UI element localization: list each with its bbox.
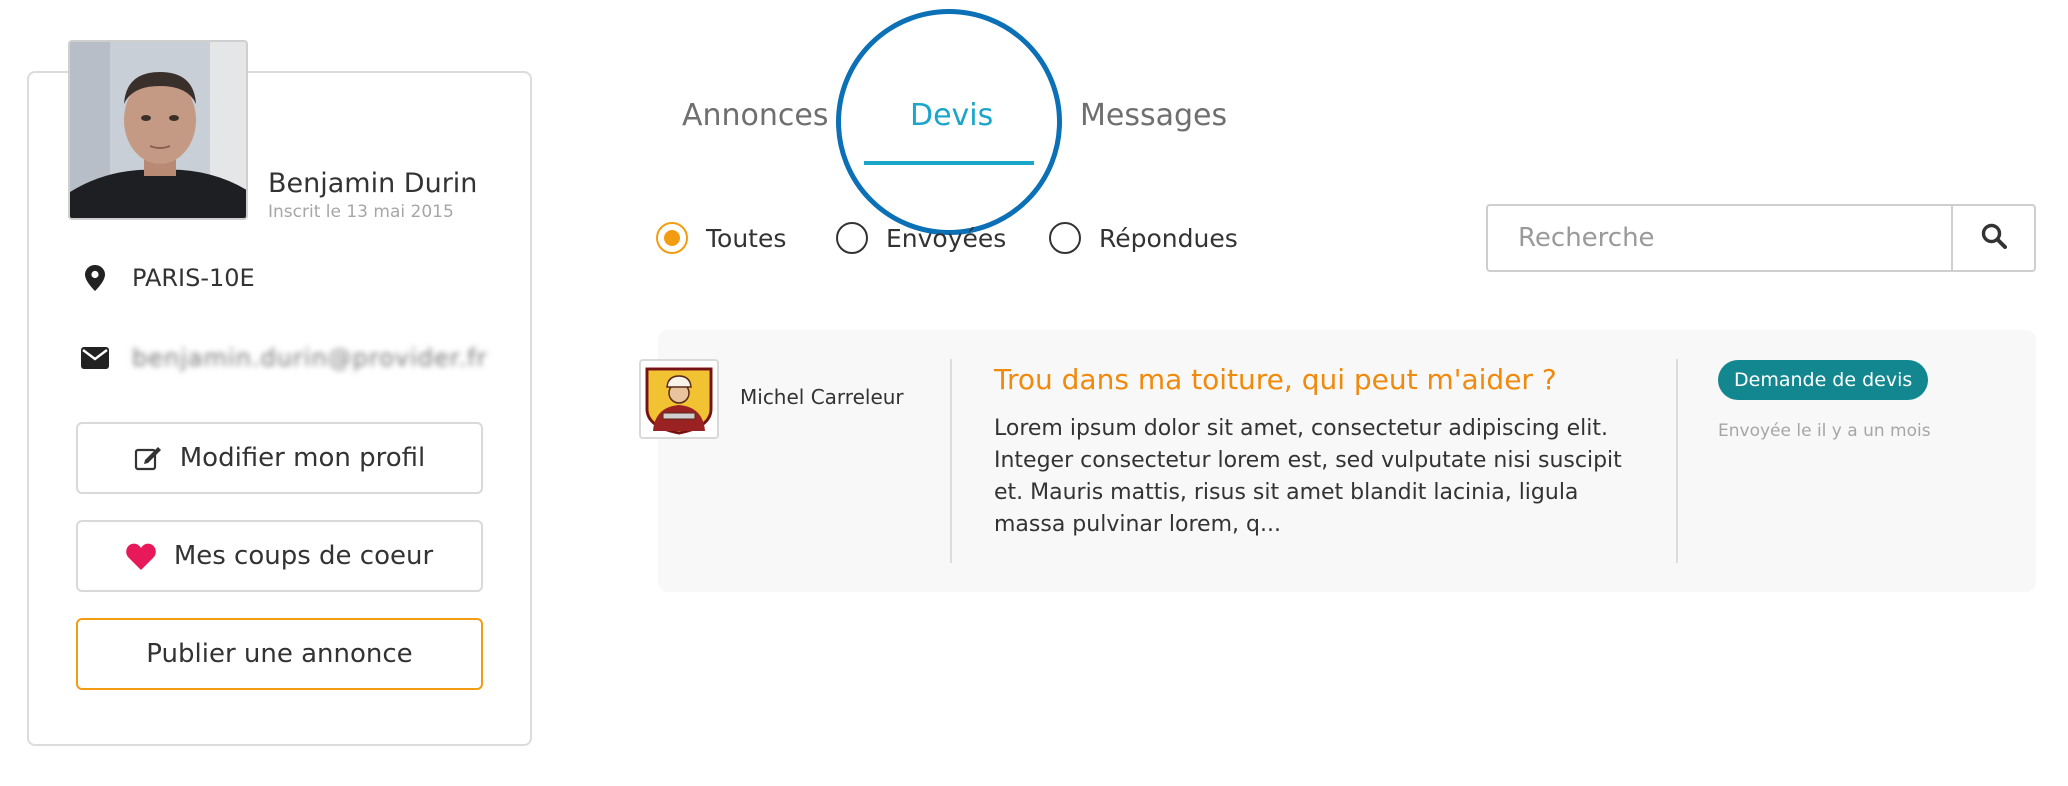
email-row: benjamin.durin@provider.fr (80, 343, 487, 373)
status-badge: Demande de devis (1718, 360, 1929, 400)
profile-name: Benjamin Durin (268, 168, 478, 199)
filter-answered-label: Répondues (1099, 223, 1238, 253)
pro-name: Michel Carreleur (740, 385, 904, 409)
favorites-button[interactable]: Mes coups de coeur (76, 520, 483, 592)
pro-logo (639, 359, 719, 439)
location-row: PARIS-10E (80, 263, 255, 293)
heart-icon (126, 543, 156, 570)
radio-button[interactable] (1049, 222, 1081, 254)
favorites-label: Mes coups de coeur (173, 541, 434, 571)
filter-answered-radio[interactable]: Répondues (1049, 222, 1238, 254)
divider (1676, 359, 1678, 563)
location-text: PARIS-10E (132, 264, 255, 292)
sent-date: Envoyée le il y a un mois (1718, 421, 1931, 441)
search-input[interactable] (1488, 206, 1951, 270)
email-text: benjamin.durin@provider.fr (132, 344, 488, 372)
edit-profile-button[interactable]: Modifier mon profil (76, 422, 483, 494)
search-button[interactable] (1951, 206, 2034, 270)
edit-profile-label: Modifier mon profil (179, 443, 426, 473)
tab-annonces[interactable]: Annonces (682, 98, 829, 133)
map-pin-icon (80, 263, 110, 293)
avatar-photo (70, 42, 246, 218)
publish-ad-label: Publier une annonce (146, 639, 413, 669)
ad-title-link[interactable]: Trou dans ma toiture, qui peut m'aider ? (994, 363, 1557, 396)
envelope-icon (80, 343, 110, 373)
edit-icon (134, 445, 162, 471)
filter-all-radio[interactable]: Toutes (656, 222, 786, 254)
divider (950, 359, 952, 563)
filter-sent-label: Envoyées (886, 223, 1007, 253)
search-icon (1981, 223, 2007, 253)
member-since: Inscrit le 13 mai 2015 (268, 202, 454, 222)
tab-messages[interactable]: Messages (1080, 98, 1227, 133)
active-tab-indicator (864, 161, 1034, 165)
tab-devis[interactable]: Devis (910, 98, 993, 133)
radio-button[interactable] (656, 222, 688, 254)
ad-excerpt: Lorem ipsum dolor sit amet, consectetur … (994, 416, 1622, 537)
filter-all-label: Toutes (706, 223, 787, 253)
avatar (68, 40, 248, 220)
filter-sent-radio[interactable]: Envoyées (836, 222, 1006, 254)
publish-ad-button[interactable]: Publier une annonce (76, 618, 483, 690)
search-box (1486, 204, 2036, 272)
radio-button[interactable] (836, 222, 868, 254)
pro-logo-image (641, 361, 717, 437)
